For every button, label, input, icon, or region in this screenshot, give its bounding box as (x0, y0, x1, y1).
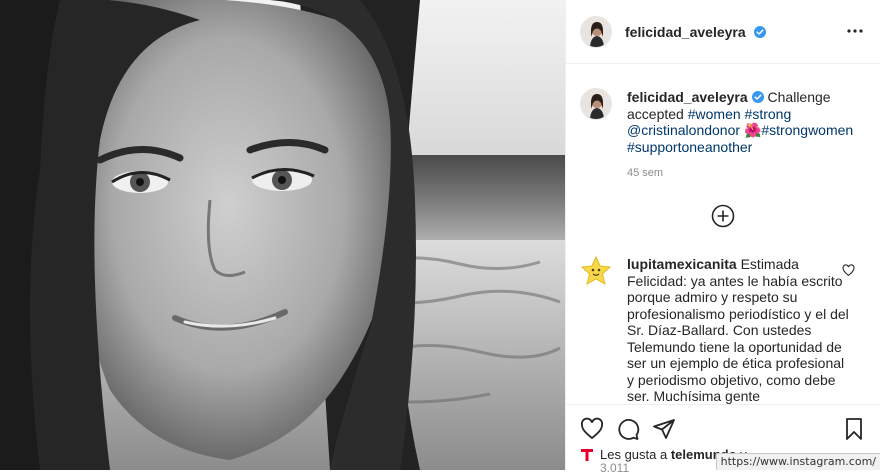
save-bookmark-icon[interactable] (842, 417, 866, 441)
flower-emoji: 🌺 (743, 122, 762, 138)
hashtag-women[interactable]: #women (688, 106, 741, 122)
likes-count-partial[interactable]: 3.011 (600, 461, 629, 475)
comment-item: lupitamexicanita Estimada Felicidad: ya … (627, 256, 851, 405)
comment-text: Estimada Felicidad: ya antes le había es… (627, 256, 849, 404)
caption-verified-badge-icon (751, 91, 764, 103)
author-name-row: felicidad_aveleyra (625, 24, 767, 42)
more-options-icon[interactable] (846, 22, 864, 40)
hashtag-supportoneanother[interactable]: #supportoneanother (627, 139, 752, 155)
caption-username[interactable]: felicidad_aveleyra (627, 89, 748, 105)
likes-prefix: Les gusta a (600, 447, 671, 462)
hashtag-strongwomen[interactable]: #strongwomen (761, 122, 853, 138)
comment-avatar[interactable] (580, 255, 612, 287)
comment-icon[interactable] (616, 417, 640, 441)
share-paper-plane-icon[interactable] (652, 417, 676, 441)
browser-status-url: https://www.instagram.com/ (715, 453, 880, 470)
caption-avatar-image (581, 89, 611, 119)
post-header: felicidad_aveleyra (566, 0, 880, 64)
load-more-comments-icon[interactable] (711, 204, 735, 228)
post-timestamp[interactable]: 45 sem (627, 167, 663, 179)
verified-badge-icon (754, 26, 767, 38)
star-avatar-icon (580, 255, 612, 285)
hashtag-strong[interactable]: #strong (745, 106, 792, 122)
author-avatar[interactable] (580, 16, 612, 48)
post-photo[interactable] (0, 0, 565, 470)
post-side-panel: felicidad_aveleyra felicidad_aveleyra Ch… (566, 0, 880, 475)
post-caption: felicidad_aveleyra Challenge accepted #w… (627, 89, 867, 155)
author-avatar-image (581, 17, 611, 47)
author-username[interactable]: felicidad_aveleyra (625, 24, 746, 40)
caption-avatar[interactable] (580, 88, 612, 120)
mention-cristinalondonor[interactable]: @cristinalondonor (627, 122, 740, 138)
comment-username[interactable]: lupitamexicanita (627, 256, 737, 272)
like-heart-icon[interactable] (580, 417, 604, 441)
post-photo-image (0, 0, 565, 470)
telemundo-logo-icon (581, 449, 593, 461)
comment-like-heart-icon[interactable] (842, 264, 855, 277)
